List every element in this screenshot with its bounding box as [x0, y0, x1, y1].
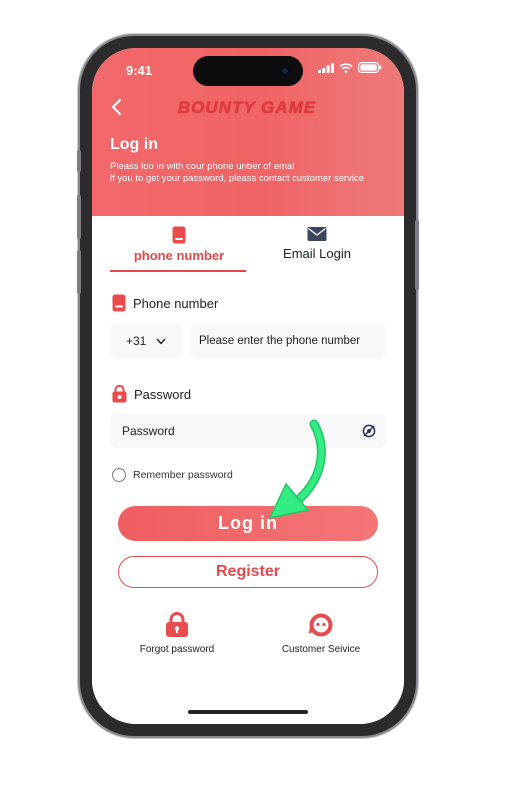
remember-password[interactable]: Remember password: [112, 468, 233, 482]
battery-icon: [358, 62, 382, 73]
login-method-tabs: phone number Email Login: [110, 222, 386, 272]
login-button[interactable]: Log in: [118, 506, 378, 541]
lock-icon: [166, 612, 188, 637]
instruction-line-2: lf you to get your password, pleass cont…: [110, 173, 364, 184]
country-code-value: +31: [126, 334, 147, 348]
phone-icon: [112, 294, 126, 312]
pointer-arrow-icon: [268, 419, 326, 520]
signal-icon: [318, 62, 334, 73]
tab-email-login[interactable]: Email Login: [248, 222, 386, 272]
login-header: 9:41 BOUNTY GAME Log in Pleass loo in wi…: [92, 48, 404, 216]
page-title: Log in: [110, 136, 158, 153]
back-button[interactable]: [106, 96, 128, 118]
password-label-text: Password: [134, 386, 192, 402]
phone-number-input[interactable]: Please enter the phone number: [190, 324, 386, 358]
power-button: [415, 220, 419, 290]
mute-switch: [77, 150, 81, 172]
register-button[interactable]: Register: [118, 556, 378, 588]
volume-down-button: [77, 250, 81, 294]
forgot-password-label: Forgot password: [139, 644, 215, 655]
password-input[interactable]: Password: [110, 414, 386, 448]
phone-icon: [172, 226, 186, 244]
remember-password-radio[interactable]: [112, 468, 126, 482]
remember-password-label: Remember password: [133, 469, 233, 481]
login-form: phone number Email Login Phone number +3…: [92, 216, 404, 724]
customer-service-label: Customer Seivice: [281, 644, 361, 655]
instruction-line-1: Pleass loo in with cour phone unber of e…: [110, 161, 295, 172]
home-indicator: [188, 710, 308, 714]
login-instructions: Pleass loo in with cour phone unber of e…: [110, 161, 400, 185]
customer-service-link[interactable]: Customer Seivice: [256, 612, 386, 655]
volume-up-button: [77, 195, 81, 239]
phone-number-label-text: Phone number: [133, 295, 219, 311]
wifi-icon: [339, 62, 353, 73]
tab-phone-number[interactable]: phone number: [110, 222, 248, 272]
status-icons: [318, 62, 382, 73]
chevron-down-icon: [156, 338, 166, 345]
front-camera-icon: [279, 65, 291, 77]
envelope-icon: [307, 227, 327, 241]
customer-service-icon: [308, 613, 333, 637]
lock-icon: [112, 385, 127, 403]
phone-number-label: Phone number: [112, 294, 218, 312]
phone-screen: 9:41 BOUNTY GAME Log in Pleass loo in wi…: [92, 48, 404, 724]
tab-email-login-label: Email Login: [283, 246, 351, 261]
forgot-password-link[interactable]: Forgot password: [112, 612, 242, 655]
chevron-left-icon: [111, 98, 122, 116]
brand-logo: BOUNTY GAME: [177, 98, 317, 117]
status-time: 9:41: [126, 63, 153, 78]
password-label: Password: [112, 385, 191, 403]
password-placeholder: Password: [122, 424, 175, 438]
country-code-select[interactable]: +31: [110, 324, 182, 358]
active-tab-indicator: [110, 270, 246, 272]
dynamic-island: [193, 56, 303, 86]
eye-hidden-icon[interactable]: [362, 424, 376, 438]
tab-phone-number-label: phone number: [133, 248, 225, 263]
